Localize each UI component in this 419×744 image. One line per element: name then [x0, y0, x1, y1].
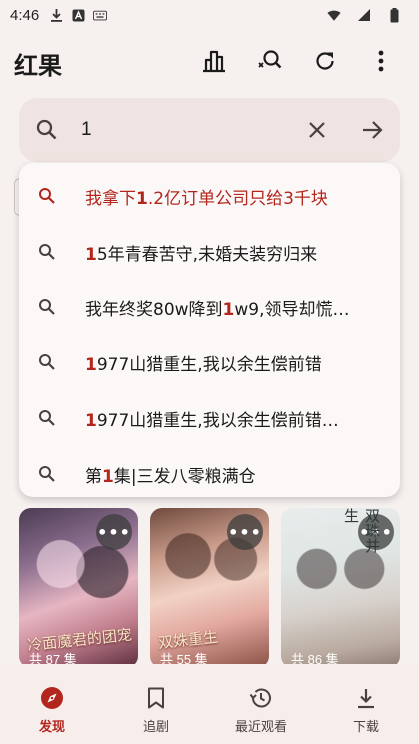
app-notification-icon: [71, 8, 85, 22]
app-title: 红果: [14, 52, 62, 80]
drama-more-button[interactable]: •••: [227, 514, 263, 550]
bookmark-icon: [144, 686, 168, 710]
status-time: 4:46: [10, 6, 40, 24]
search-icon: [39, 354, 55, 370]
ranking-icon: [203, 50, 225, 73]
search-icon: [35, 118, 59, 142]
bottom-navigation: 发现 追剧 最近观看 下载: [0, 664, 419, 744]
close-icon: [309, 122, 325, 138]
drama-more-button[interactable]: •••: [96, 514, 132, 550]
suggestion-item[interactable]: 1977山猎重生,我以余生偿前错: [19, 334, 400, 390]
clear-search-button[interactable]: [303, 116, 331, 144]
download-status-icon: [49, 8, 63, 22]
app-bar: 红果: [0, 38, 419, 84]
nav-label: 最近观看: [234, 720, 287, 735]
suggestion-item[interactable]: 我年终奖80w降到1w9,领导却慌…: [19, 279, 400, 335]
nav-discover[interactable]: 发现: [0, 664, 104, 744]
search-bar: [19, 98, 400, 162]
search-icon: [39, 244, 55, 260]
history-icon: [249, 686, 273, 710]
drama-card[interactable]: ••• 双珠并生 共 86 集: [281, 508, 400, 668]
submit-search-button[interactable]: [359, 116, 387, 144]
suggestion-text: 我拿下1.2亿订单公司只给3千块: [85, 188, 328, 209]
nav-label: 发现: [38, 720, 65, 735]
nav-recent[interactable]: 最近观看: [209, 664, 313, 744]
search-icon: [39, 299, 55, 315]
signal-icon: [357, 8, 371, 22]
suggestion-item[interactable]: 15年青春苦守,未婚夫装穷归来: [19, 224, 400, 280]
more-vert-icon: [378, 50, 384, 72]
search-tool-button[interactable]: [252, 44, 286, 78]
search-sparkle-icon: [258, 50, 282, 69]
nav-label: 下载: [352, 720, 379, 735]
suggestion-text: 15年青春苦守,未婚夫装穷归来: [85, 244, 318, 265]
refresh-icon: [316, 52, 334, 70]
suggestion-text: 1977山猎重生,我以余生偿前错…: [85, 410, 339, 431]
nav-following[interactable]: 追剧: [104, 664, 208, 744]
suggestion-item[interactable]: 我拿下1.2亿订单公司只给3千块: [19, 168, 400, 224]
nav-label: 追剧: [142, 720, 169, 735]
battery-icon: [387, 7, 401, 22]
suggestion-item[interactable]: 1977山猎重生,我以余生偿前错…: [19, 390, 400, 446]
suggestion-text: 第1集|三发八零粮满仓: [85, 466, 256, 487]
search-icon: [39, 188, 55, 204]
nav-download[interactable]: 下载: [314, 664, 418, 744]
search-input[interactable]: [81, 115, 301, 145]
drama-card[interactable]: ••• 冷面魔君的团宠 共 87 集: [19, 508, 138, 668]
suggestion-text: 我年终奖80w降到1w9,领导却慌…: [85, 299, 350, 320]
ranking-button[interactable]: [197, 44, 231, 78]
drama-card[interactable]: ••• 双姝重生 共 55 集: [150, 508, 269, 668]
suggestion-item[interactable]: 第1集|三发八零粮满仓: [19, 446, 400, 502]
arrow-forward-icon: [363, 121, 383, 139]
drama-cover-title: 双珠并生: [342, 508, 381, 553]
wifi-icon: [327, 8, 341, 22]
search-suggestions-panel: 我拿下1.2亿订单公司只给3千块 15年青春苦守,未婚夫装穷归来 我年终奖80w…: [19, 163, 400, 497]
keyboard-status-icon: [93, 8, 108, 22]
search-icon: [39, 466, 55, 482]
refresh-button[interactable]: [308, 44, 342, 78]
download-icon: [354, 686, 378, 710]
suggestion-text: 1977山猎重生,我以余生偿前错: [85, 354, 322, 375]
status-bar: 4:46: [0, 0, 419, 30]
compass-icon: [40, 686, 64, 710]
search-icon: [39, 410, 55, 426]
more-menu-button[interactable]: [364, 44, 398, 78]
